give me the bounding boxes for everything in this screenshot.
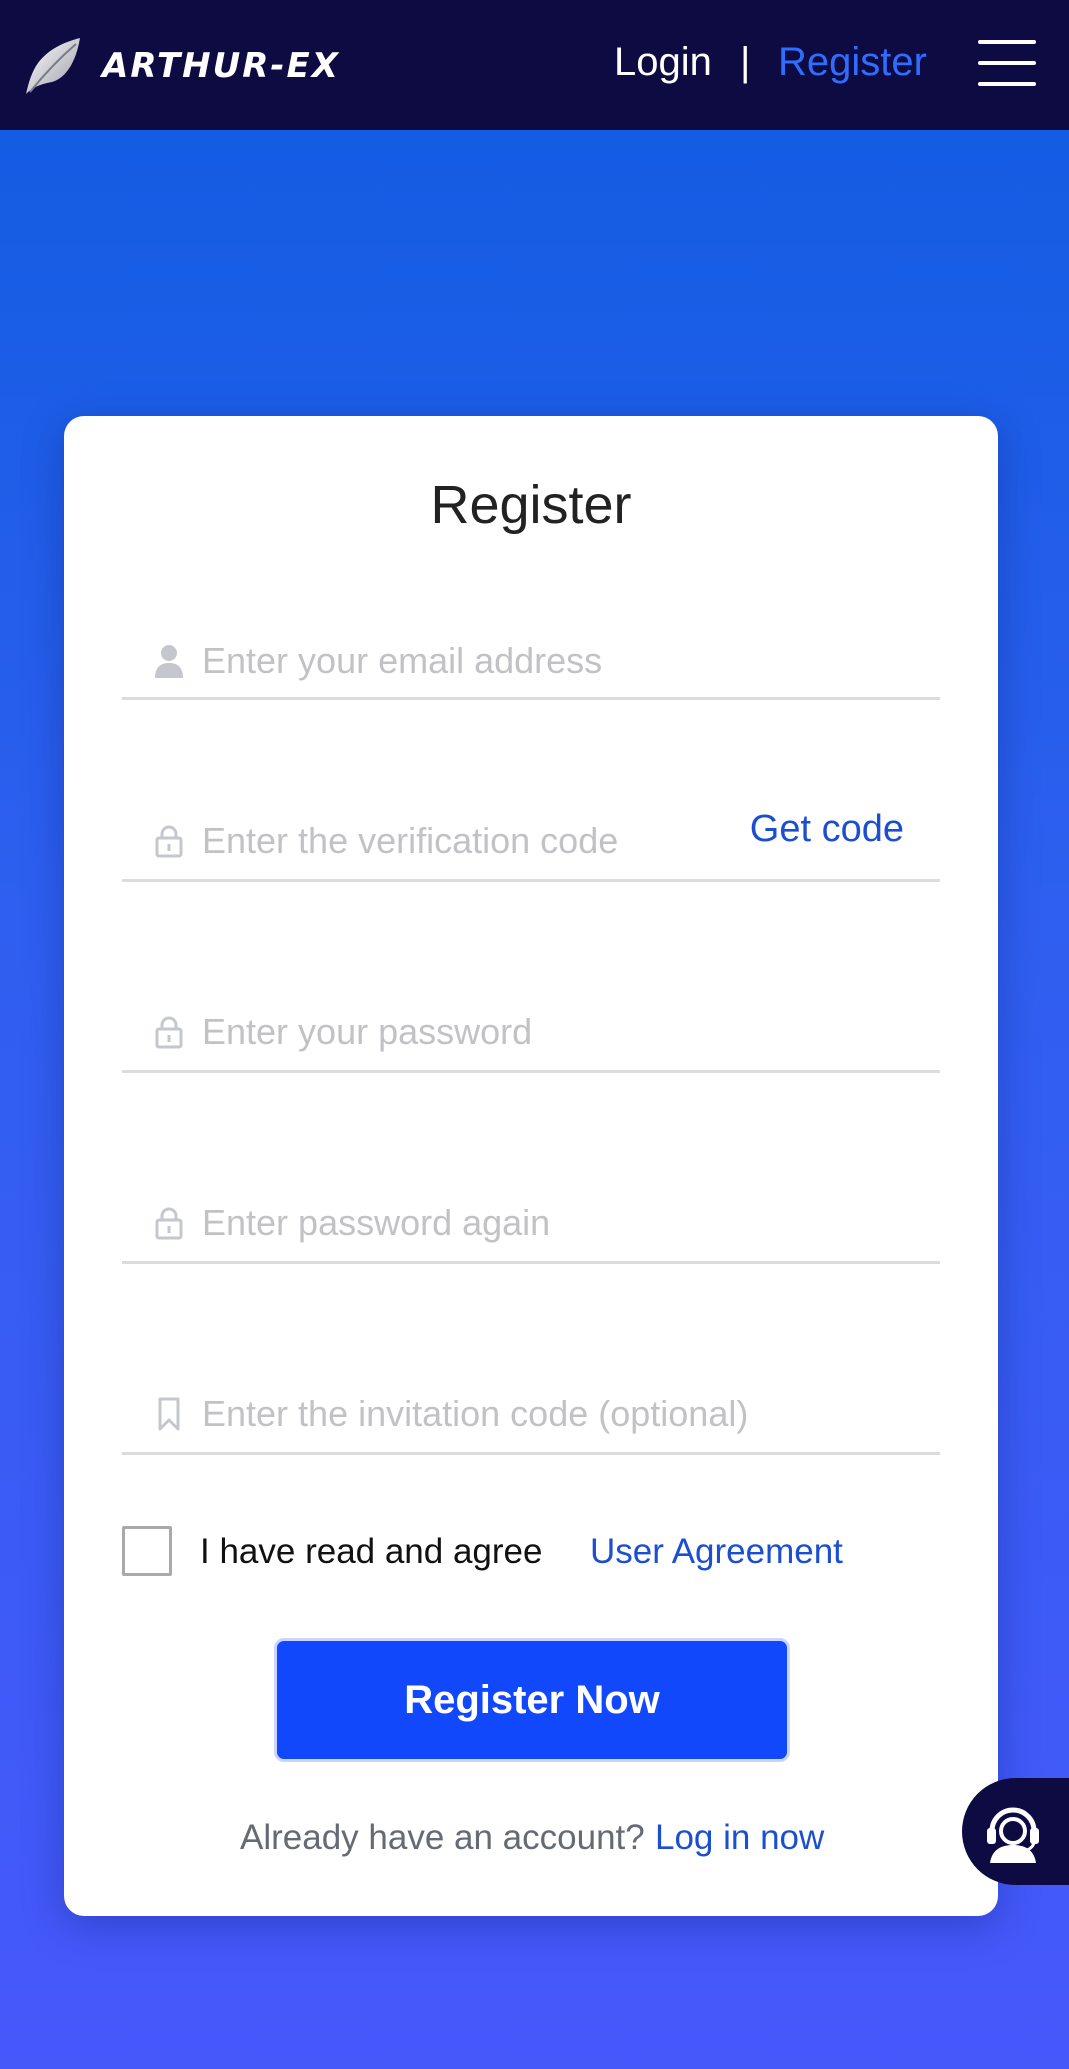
user-agreement-link[interactable]: User Agreement bbox=[590, 1532, 843, 1572]
menu-line bbox=[978, 82, 1036, 86]
lock-icon bbox=[155, 1207, 183, 1240]
agreement-text: I have read and agree bbox=[200, 1532, 543, 1571]
form-title: Register bbox=[430, 475, 632, 535]
menu-line bbox=[978, 40, 1036, 44]
get-code-button[interactable]: Get code bbox=[750, 808, 904, 851]
confirm-password-input[interactable] bbox=[202, 1198, 762, 1248]
top-nav-bar: ARTHUR-EX Login | Register bbox=[0, 0, 1069, 130]
bookmark-icon bbox=[158, 1397, 180, 1431]
brand-logo[interactable]: ARTHUR-EX bbox=[24, 36, 340, 96]
hamburger-menu-icon[interactable] bbox=[978, 40, 1036, 86]
menu-line bbox=[978, 61, 1036, 65]
confirm-password-field bbox=[122, 1164, 940, 1264]
nav-separator: | bbox=[740, 40, 751, 84]
password-input[interactable] bbox=[202, 1007, 762, 1057]
agreement-checkbox[interactable] bbox=[122, 1526, 172, 1576]
invitation-code-input[interactable] bbox=[202, 1389, 902, 1439]
lock-icon bbox=[155, 825, 183, 858]
user-icon bbox=[155, 645, 183, 678]
register-card: Register Get code bbox=[64, 416, 998, 1916]
verification-code-input[interactable] bbox=[202, 816, 722, 866]
log-in-now-link[interactable]: Log in now bbox=[655, 1818, 824, 1858]
lock-icon bbox=[155, 1016, 183, 1049]
password-field bbox=[122, 973, 940, 1073]
invitation-code-field bbox=[122, 1355, 940, 1455]
brand-name: ARTHUR-EX bbox=[102, 46, 340, 86]
register-now-button[interactable]: Register Now bbox=[274, 1638, 790, 1762]
email-field bbox=[122, 600, 940, 700]
customer-support-icon bbox=[987, 1807, 1039, 1863]
verification-code-field: Get code bbox=[122, 782, 940, 882]
nav-register-link[interactable]: Register bbox=[778, 40, 927, 85]
feather-logo-icon bbox=[26, 38, 80, 94]
nav-login-link[interactable]: Login bbox=[614, 40, 712, 85]
login-prompt-text: Already have an account? bbox=[240, 1818, 645, 1857]
customer-support-button[interactable] bbox=[962, 1778, 1069, 1885]
email-input[interactable] bbox=[202, 636, 762, 686]
